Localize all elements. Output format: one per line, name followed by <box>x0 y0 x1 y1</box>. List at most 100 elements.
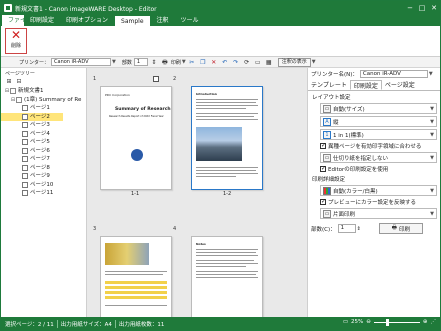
tab-print-options[interactable]: 印刷オプション <box>60 15 114 26</box>
selected-pages-status: 選択ページ：2 / 11 <box>5 321 54 328</box>
copies-input[interactable]: 1 <box>337 224 356 233</box>
print-button[interactable]: 🖶 印刷 <box>378 223 423 234</box>
collapse-icon[interactable]: ⊟ <box>15 78 23 85</box>
page-number-1: 1 <box>93 76 97 82</box>
minimize-button[interactable]: − <box>404 1 416 15</box>
expand-icon[interactable]: ⊞ <box>5 78 13 85</box>
page-tree-title: ページツリー <box>5 71 35 77</box>
redo-icon[interactable]: ↷ <box>231 58 241 67</box>
divider <box>114 319 116 328</box>
delete-label: 削除 <box>10 43 21 49</box>
fit-checkbox[interactable]: 異種ページを有効印字領域に合わせる <box>320 141 437 150</box>
checkbox-checked-icon[interactable] <box>320 198 326 205</box>
checkbox-checked-icon[interactable] <box>320 165 326 172</box>
document-icon <box>10 88 16 95</box>
tab-sample[interactable]: Sample <box>114 15 151 26</box>
delete-button[interactable]: ✕ 削除 <box>5 28 27 54</box>
tab-annotation[interactable]: 注釈 <box>151 15 175 26</box>
copies-label: 部数 <box>121 59 132 66</box>
page1-subtitle: Research Results Report of 20XX Fiscal Y… <box>109 115 164 118</box>
print-icon[interactable]: 🖶 <box>160 58 170 67</box>
tab-template[interactable]: テンプレート <box>308 80 350 90</box>
chevron-down-icon: ▼ <box>430 132 434 138</box>
close-button[interactable]: ✕ <box>428 1 440 15</box>
page-icon <box>22 130 28 137</box>
tree-node-page-3[interactable]: ページ3 <box>1 121 86 130</box>
chapter-icon <box>16 96 22 103</box>
resize-grip-icon[interactable]: ⋰ <box>431 319 437 325</box>
page-thumbnail-4[interactable]: Notes <box>191 236 263 317</box>
tree-node-page-1[interactable]: ページ1 <box>1 104 86 113</box>
tree-node-page-6[interactable]: ページ6 <box>1 147 86 156</box>
text-line <box>196 102 256 103</box>
chevron-down-icon[interactable]: ▼ <box>112 59 116 65</box>
print-menu-icon[interactable]: ▼ <box>182 59 186 65</box>
annotation-menu-icon[interactable]: ▼ <box>312 59 316 65</box>
spin-icon[interactable]: ⇕ <box>149 58 159 67</box>
spin-icon[interactable]: ⇕ <box>357 226 361 232</box>
pages-per-sheet-select[interactable]: 1 1 in 1(標準) ▼ <box>320 129 437 140</box>
page-size-select[interactable]: ▭ 自動(サイズ) ▼ <box>320 103 437 114</box>
color-mode-select[interactable]: 自動(カラー/白黒) ▼ <box>320 185 437 196</box>
tree-node-page-7[interactable]: ページ7 <box>1 155 86 164</box>
rotate-icon[interactable]: ⟳ <box>242 58 252 67</box>
editor-settings-checkbox[interactable]: Editorの印刷設定を使用 <box>320 164 437 173</box>
tree-node-document[interactable]: ⊟ 新規文書1 <box>1 87 86 96</box>
page-label: ページ7 <box>30 156 50 162</box>
checkbox-checked-icon[interactable] <box>320 142 326 149</box>
copies-input[interactable]: 1 <box>133 58 148 66</box>
show-annotation-button[interactable]: 注釈の表示 <box>277 57 311 67</box>
printer-row: プリンター名(N)： Canon iR-ADV ▼ <box>308 68 440 79</box>
page-checkbox-icon[interactable] <box>153 76 159 82</box>
tree-node-page-2[interactable]: ページ2 <box>1 112 63 121</box>
text-line <box>196 105 258 106</box>
tree-node-chapter[interactable]: ⊟ (1章) Summary of Re <box>1 96 86 105</box>
zoom-slider[interactable] <box>373 318 420 326</box>
separator-sheet-select[interactable]: ▭ 仕切り紙を指定しない ▼ <box>320 152 437 163</box>
tab-page-setting[interactable]: ページ設定 <box>382 80 418 90</box>
page-icon <box>22 105 28 112</box>
page-thumbnail-3[interactable] <box>100 236 172 317</box>
undo-icon[interactable]: ↶ <box>220 58 230 67</box>
tree-node-page-10[interactable]: ページ10 <box>1 181 86 190</box>
tree-node-page-8[interactable]: ページ8 <box>1 164 86 173</box>
page-number-4: 4 <box>173 226 177 232</box>
page-icon <box>22 164 28 171</box>
text-line <box>196 263 258 264</box>
page-label: ページ10 <box>30 181 54 188</box>
printer-name-select[interactable]: Canon iR-ADV <box>359 69 428 78</box>
text-line <box>105 305 167 306</box>
fit-page-icon[interactable]: ▭ <box>343 319 348 325</box>
copy-icon[interactable]: ❐ <box>198 58 208 67</box>
duplex-select[interactable]: ▭ 片面印刷 ▼ <box>320 208 437 219</box>
zoom-out-icon[interactable]: ⊖ <box>366 319 371 325</box>
preview-color-checkbox[interactable]: プレビューにカラー設定を反映する <box>320 197 437 206</box>
tree-node-page-4[interactable]: ページ4 <box>1 130 86 139</box>
text-line <box>196 108 246 109</box>
tree-node-page-9[interactable]: ページ9 <box>1 172 86 181</box>
tab-print-setting[interactable]: 印刷設定 <box>349 80 382 90</box>
page-thumbnail-1[interactable]: PDC Corporation Summary of Research Rese… <box>100 86 172 190</box>
printer-label: プリンター： <box>19 59 50 66</box>
page-icon[interactable]: ▭ <box>253 58 263 67</box>
page-thumbnail-2[interactable]: Introduction <box>191 86 263 190</box>
maximize-button[interactable]: □ <box>416 1 428 15</box>
print-settings-panel: プリンター名(N)： Canon iR-ADV ▼ テンプレート 印刷設定 ペー… <box>307 68 440 317</box>
chevron-down-icon[interactable]: ▼ <box>429 71 433 77</box>
tree-node-page-11[interactable]: ページ11 <box>1 189 86 198</box>
tab-file[interactable]: ファイル <box>2 15 32 26</box>
printer-select[interactable]: Canon iR-ADV <box>51 58 112 66</box>
tab-print-settings[interactable]: 印刷設定 <box>24 15 60 26</box>
orientation-select[interactable]: A 縦 ▼ <box>320 116 437 127</box>
text-line <box>196 167 258 168</box>
page-icon <box>22 181 28 188</box>
cut-icon[interactable]: ✂ <box>187 58 197 67</box>
zoom-in-icon[interactable]: ⊕ <box>423 319 428 325</box>
tree-node-page-5[interactable]: ページ5 <box>1 138 86 147</box>
tab-tools[interactable]: ツール <box>175 15 205 26</box>
zoom-slider-thumb[interactable] <box>385 318 389 326</box>
page-label: ページ5 <box>30 139 50 145</box>
print-label[interactable]: 印刷 <box>171 59 181 66</box>
delete-small-icon[interactable]: ✕ <box>209 58 219 67</box>
thumbnail-icon[interactable]: ▦ <box>264 58 274 67</box>
